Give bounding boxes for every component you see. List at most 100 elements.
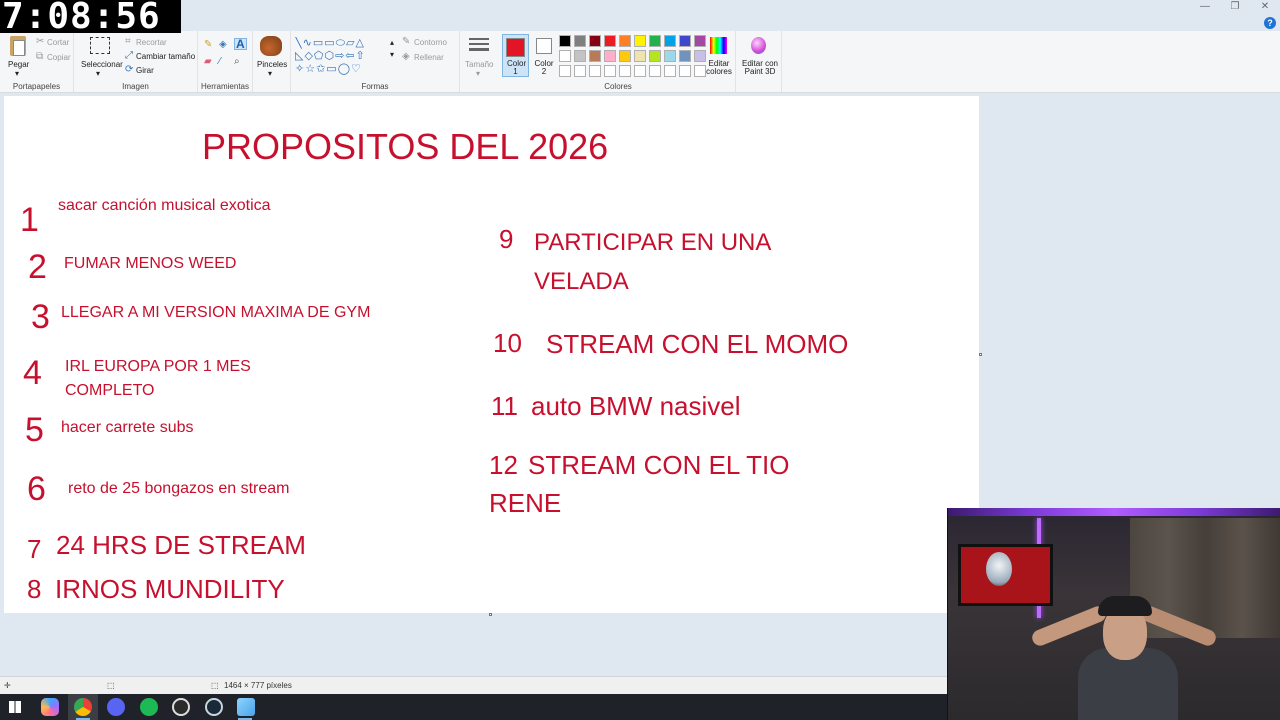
magnifier-icon[interactable]: ⌕ [234, 57, 240, 67]
spotify-icon[interactable] [140, 698, 158, 716]
fill-icon[interactable]: ◈ [219, 40, 227, 50]
eraser-icon[interactable]: ▰ [204, 57, 212, 67]
palette-swatch[interactable] [589, 65, 601, 77]
resize-button[interactable]: Cambiar tamaño [136, 52, 195, 61]
fill-shape-button[interactable]: Rellenar [414, 53, 444, 62]
color1-label: Color 1 [507, 59, 527, 76]
shapes-more-icon[interactable]: ▾ [390, 50, 394, 59]
color1-swatch[interactable] [506, 38, 525, 57]
webcam-tv-image [986, 552, 1012, 586]
palette-swatch[interactable] [604, 50, 616, 62]
item-text: sacar canción musical exotica [58, 197, 271, 214]
palette-swatch[interactable] [604, 35, 616, 47]
restore-button[interactable]: ❐ [1220, 0, 1250, 14]
palette-swatch[interactable] [634, 50, 646, 62]
edit-colors-icon[interactable] [710, 37, 727, 54]
canvas-resize-handle[interactable] [979, 353, 982, 356]
webcam-led-strip [948, 508, 1280, 516]
image-group: Seleccionar ▾ ⌗ Recortar ⤢ Cambiar tamañ… [74, 31, 198, 92]
image-group-label: Imagen [122, 82, 149, 91]
cursor-position-icon: ✛ [4, 681, 11, 690]
palette-swatch[interactable] [679, 35, 691, 47]
palette-swatch[interactable] [559, 50, 571, 62]
shapes-scroll-icon[interactable]: ▴ [390, 38, 394, 47]
palette-swatch[interactable] [604, 65, 616, 77]
palette-swatch[interactable] [664, 35, 676, 47]
select-button[interactable]: Seleccionar [81, 60, 123, 69]
item-text-line2: VELADA [534, 268, 629, 295]
canvas-resize-handle[interactable] [489, 613, 492, 616]
drawing-canvas[interactable]: PROPOSITOS DEL 2026 1 sacar canción musi… [4, 96, 979, 613]
palette-swatch[interactable] [574, 50, 586, 62]
item-number: 12 [489, 450, 518, 480]
help-icon[interactable]: ? [1264, 17, 1276, 29]
palette-swatch[interactable] [634, 65, 646, 77]
color-picker-icon[interactable]: ⁄ [219, 57, 221, 67]
discord-icon[interactable] [107, 698, 125, 716]
palette-swatch[interactable] [559, 65, 571, 77]
brushes-button[interactable]: Pinceles [257, 60, 287, 69]
close-button[interactable]: ✕ [1250, 0, 1280, 14]
palette-swatch[interactable] [679, 65, 691, 77]
palette-swatch[interactable] [664, 65, 676, 77]
shapes-gallery[interactable]: ╲∿▭▭⬭▱△ ◺◇⬠⬡⇨⇦⇧ ✧☆✩▭◯♡ [295, 37, 397, 75]
palette-swatch[interactable] [589, 35, 601, 47]
outline-button[interactable]: Contorno [414, 38, 447, 47]
size-button[interactable]: Tamaño [465, 60, 493, 69]
steam-icon[interactable] [205, 698, 223, 716]
shapes-group: ╲∿▭▭⬭▱△ ◺◇⬠⬡⇨⇦⇧ ✧☆✩▭◯♡ ▴ ▾ ✎ Contorno ◈ Re… [291, 31, 460, 92]
item-number: 6 [27, 470, 46, 508]
select-dropdown-icon[interactable]: ▾ [96, 69, 100, 78]
copy-button[interactable]: Copiar [47, 53, 71, 62]
palette-swatch[interactable] [649, 50, 661, 62]
brushes-icon[interactable] [260, 36, 282, 56]
palette-swatch[interactable] [589, 50, 601, 62]
paste-icon[interactable] [10, 36, 26, 56]
cut-button[interactable]: Cortar [47, 38, 69, 47]
copilot-icon[interactable] [41, 698, 59, 716]
stream-timer: 7:08:56 [0, 0, 181, 35]
paste-dropdown-icon[interactable]: ▾ [15, 69, 19, 78]
color2-swatch[interactable] [536, 38, 552, 54]
chrome-icon[interactable] [74, 698, 92, 716]
edit-colors-button[interactable]: Editar colores [704, 60, 734, 76]
webcam-overlay [947, 508, 1280, 720]
windows-start-icon[interactable] [9, 701, 21, 713]
palette-swatch[interactable] [619, 65, 631, 77]
canvas-dimensions: 1464 × 777 píxeles [224, 681, 292, 690]
palette-swatch[interactable] [619, 50, 631, 62]
minimize-button[interactable]: — [1190, 0, 1220, 14]
tools-group-label: Herramientas [200, 82, 249, 91]
palette-swatch[interactable] [649, 35, 661, 47]
brushes-dropdown-icon[interactable]: ▾ [268, 69, 272, 78]
item-number: 10 [493, 328, 522, 358]
text-icon[interactable]: A [234, 38, 247, 50]
item-text: hacer carrete subs [61, 419, 194, 436]
edit-paint3d-button[interactable]: Editar con Paint 3D [739, 60, 781, 76]
obs-icon[interactable] [172, 698, 190, 716]
palette-swatch[interactable] [679, 50, 691, 62]
select-icon[interactable] [90, 37, 110, 54]
rotate-button[interactable]: Girar [136, 66, 154, 75]
crop-button[interactable]: Recortar [136, 38, 167, 47]
colors-group-label: Colores [604, 82, 632, 91]
palette-swatch[interactable] [574, 65, 586, 77]
palette-swatch[interactable] [574, 35, 586, 47]
palette-swatch[interactable] [649, 65, 661, 77]
item-text-line2: RENE [489, 488, 562, 518]
paste-button[interactable]: Pegar [8, 60, 29, 69]
palette-swatch[interactable] [619, 35, 631, 47]
palette-swatch[interactable] [694, 35, 706, 47]
color-palette[interactable] [559, 35, 706, 77]
crop-icon: ⌗ [125, 36, 131, 47]
pencil-icon[interactable]: ✎ [204, 40, 212, 50]
paint3d-icon[interactable] [751, 37, 766, 54]
colors-group: Color 1 Color 2 Editar colores Colores [500, 31, 736, 92]
paint-icon[interactable] [237, 698, 255, 716]
size-icon[interactable] [469, 38, 489, 54]
palette-swatch[interactable] [634, 35, 646, 47]
size-dropdown-icon[interactable]: ▾ [476, 69, 480, 78]
item-number: 11 [491, 391, 518, 421]
palette-swatch[interactable] [559, 35, 571, 47]
palette-swatch[interactable] [664, 50, 676, 62]
